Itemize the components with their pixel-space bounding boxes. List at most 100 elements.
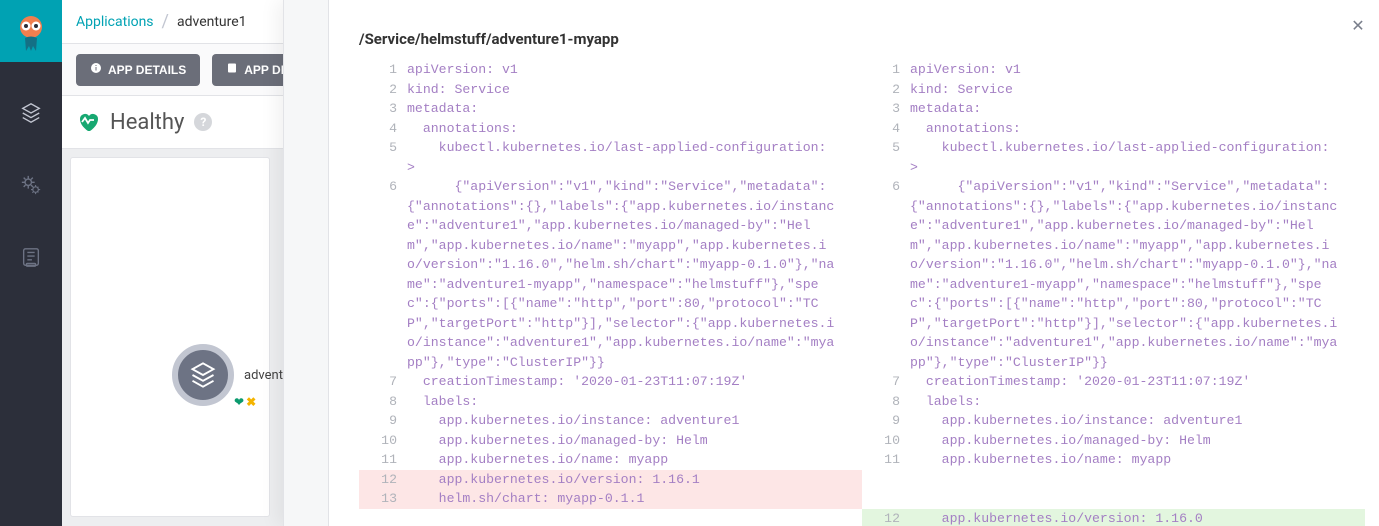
diff-line: 10 app.kubernetes.io/managed-by: Helm: [359, 431, 862, 451]
line-code: apiVersion: v1: [910, 60, 1365, 80]
line-code: app.kubernetes.io/name: myapp: [407, 450, 862, 470]
line-number: 9: [862, 411, 910, 431]
diff-line: [862, 489, 1365, 509]
diff-line: 3metadata:: [862, 99, 1365, 119]
line-code: app.kubernetes.io/instance: adventure1: [910, 411, 1365, 431]
argo-logo-icon: [11, 11, 51, 51]
diff-line: 12 app.kubernetes.io/version: 1.16.0: [862, 509, 1365, 526]
diff-line: 1apiVersion: v1: [359, 60, 862, 80]
health-mini-icon: ❤: [234, 395, 244, 409]
nav-applications-icon[interactable]: [18, 100, 44, 126]
line-code: helm.sh/chart: myapp-0.1.1: [407, 489, 862, 509]
line-code: {"apiVersion":"v1","kind":"Service","met…: [407, 177, 862, 372]
line-number: 7: [359, 372, 407, 392]
diff-line: 8 labels:: [862, 392, 1365, 412]
line-code: app.kubernetes.io/instance: adventure1: [407, 411, 862, 431]
overlay-margin: [283, 0, 329, 526]
line-number: 11: [862, 450, 910, 470]
line-number: 2: [359, 80, 407, 100]
diff-title: /Service/helmstuff/adventure1-myapp: [359, 30, 619, 48]
line-code: app.kubernetes.io/managed-by: Helm: [910, 431, 1365, 451]
diff-line: 8 labels:: [359, 392, 862, 412]
line-code: kubectl.kubernetes.io/last-applied-confi…: [407, 138, 862, 177]
sync-warn-icon: ✖: [246, 395, 256, 409]
line-code: {"apiVersion":"v1","kind":"Service","met…: [910, 177, 1365, 372]
diff-line: 4 annotations:: [359, 119, 862, 139]
line-code: creationTimestamp: '2020-01-23T11:07:19Z…: [910, 372, 1365, 392]
diff-line: 2kind: Service: [862, 80, 1365, 100]
diff-icon: [226, 62, 238, 77]
diff-line: 11 app.kubernetes.io/name: myapp: [862, 450, 1365, 470]
nav-settings-icon[interactable]: [18, 172, 44, 198]
app-node-icon: [172, 344, 234, 406]
diff-line: 12 app.kubernetes.io/version: 1.16.1: [359, 470, 862, 490]
line-number: 5: [359, 138, 407, 177]
line-number: 5: [862, 138, 910, 177]
line-code: annotations:: [910, 119, 1365, 139]
diff-overlay: ✕ /Service/helmstuff/adventure1-myapp 1a…: [283, 0, 1379, 526]
diff-line: [359, 509, 862, 526]
diff-line: 7 creationTimestamp: '2020-01-23T11:07:1…: [862, 372, 1365, 392]
line-code: metadata:: [407, 99, 862, 119]
info-icon: [90, 62, 102, 77]
line-number: 3: [359, 99, 407, 119]
line-code: creationTimestamp: '2020-01-23T11:07:19Z…: [407, 372, 862, 392]
sidebar: [0, 0, 62, 526]
diff-pane-left: 1apiVersion: v12kind: Service3metadata:4…: [359, 60, 862, 526]
line-code: kind: Service: [407, 80, 862, 100]
app-details-button[interactable]: APP DETAILS: [76, 54, 200, 86]
breadcrumb-leaf: adventure1: [177, 14, 247, 30]
close-icon[interactable]: ✕: [1349, 16, 1367, 34]
line-number: 10: [862, 431, 910, 451]
line-number: 8: [359, 392, 407, 412]
status-label: Healthy: [110, 110, 184, 135]
help-icon[interactable]: ?: [194, 113, 212, 131]
app-node-status-icons: ❤ ✖: [234, 395, 256, 409]
line-code: apiVersion: v1: [407, 60, 862, 80]
line-number: 12: [862, 509, 910, 526]
diff-line: 3metadata:: [359, 99, 862, 119]
diff-pane-right: 1apiVersion: v12kind: Service3metadata:4…: [862, 60, 1365, 526]
line-number: 6: [359, 177, 407, 372]
diff-line: 9 app.kubernetes.io/instance: adventure1: [359, 411, 862, 431]
diff-line: 9 app.kubernetes.io/instance: adventure1: [862, 411, 1365, 431]
diff-line: 6 {"apiVersion":"v1","kind":"Service","m…: [359, 177, 862, 372]
line-code: annotations:: [407, 119, 862, 139]
diff-line: 6 {"apiVersion":"v1","kind":"Service","m…: [862, 177, 1365, 372]
diff-line: 5 kubectl.kubernetes.io/last-applied-con…: [862, 138, 1365, 177]
line-number: 1: [862, 60, 910, 80]
diff-line: [862, 470, 1365, 490]
line-number: 6: [862, 177, 910, 372]
line-number: 10: [359, 431, 407, 451]
line-number: 1: [359, 60, 407, 80]
canvas-tile: [70, 157, 270, 517]
line-number: 13: [359, 489, 407, 509]
line-number: 3: [862, 99, 910, 119]
line-code: app.kubernetes.io/name: myapp: [910, 450, 1365, 470]
line-code: app.kubernetes.io/managed-by: Helm: [407, 431, 862, 451]
heart-icon: [76, 110, 100, 134]
diff-line: 1apiVersion: v1: [862, 60, 1365, 80]
nav-docs-icon[interactable]: [18, 244, 44, 270]
diff-line: 13 helm.sh/chart: myapp-0.1.1: [359, 489, 862, 509]
breadcrumb-separator: /: [162, 11, 169, 32]
line-code: kind: Service: [910, 80, 1365, 100]
line-code: metadata:: [910, 99, 1365, 119]
app-details-label: APP DETAILS: [108, 63, 186, 77]
line-number: 11: [359, 450, 407, 470]
line-code: kubectl.kubernetes.io/last-applied-confi…: [910, 138, 1365, 177]
line-number: 4: [359, 119, 407, 139]
diff-line: 10 app.kubernetes.io/managed-by: Helm: [862, 431, 1365, 451]
line-number: 4: [862, 119, 910, 139]
line-number: 7: [862, 372, 910, 392]
breadcrumb-root[interactable]: Applications: [76, 14, 154, 30]
line-number: 9: [359, 411, 407, 431]
line-code: app.kubernetes.io/version: 1.16.1: [407, 470, 862, 490]
diff-line: 11 app.kubernetes.io/name: myapp: [359, 450, 862, 470]
line-code: app.kubernetes.io/version: 1.16.0: [910, 509, 1365, 526]
line-number: 12: [359, 470, 407, 490]
line-number: 8: [862, 392, 910, 412]
line-number: 2: [862, 80, 910, 100]
logo[interactable]: [0, 0, 62, 62]
diff-viewer[interactable]: 1apiVersion: v12kind: Service3metadata:4…: [359, 60, 1365, 526]
